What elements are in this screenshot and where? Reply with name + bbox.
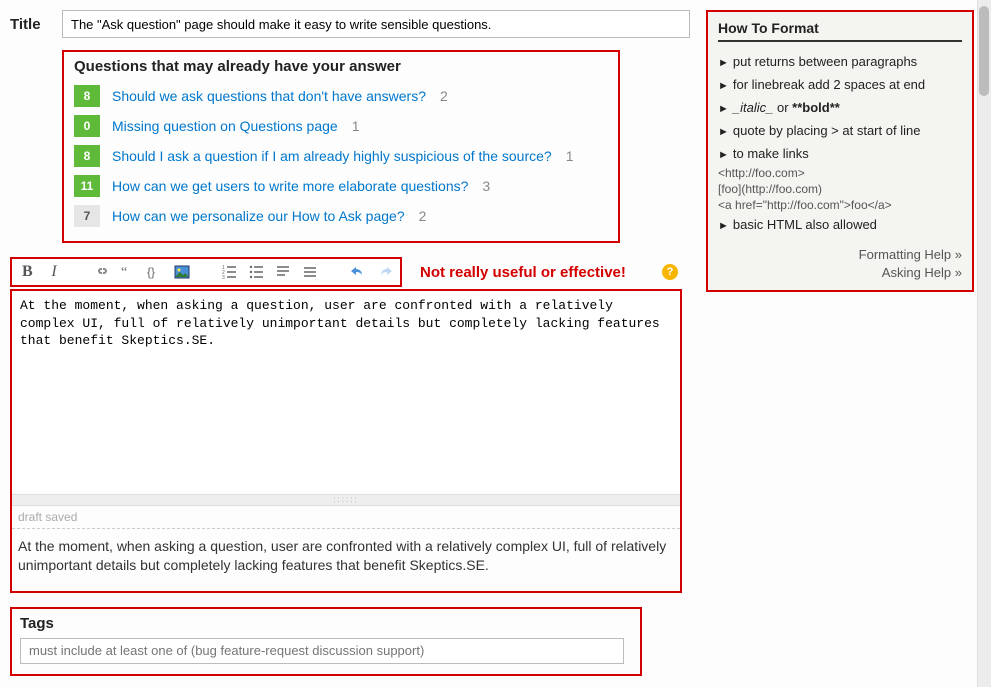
- editor-box: :::::: draft saved At the moment, when a…: [10, 289, 682, 593]
- duplicates-box: Questions that may already have your ans…: [62, 50, 620, 243]
- undo-icon[interactable]: [349, 262, 368, 282]
- redo-icon[interactable]: [375, 262, 394, 282]
- annotation-text: Not really useful or effective!: [420, 264, 626, 281]
- howto-example: [foo](http://foo.com): [718, 181, 962, 197]
- editor-toolbar: B I “ {} 123: [10, 257, 402, 287]
- howto-example: <http://foo.com>: [718, 165, 962, 181]
- svg-text:{}: {}: [147, 265, 155, 279]
- title-row: Title: [10, 10, 690, 38]
- answer-count: 2: [440, 88, 448, 104]
- duplicate-item: 11 How can we get users to write more ela…: [74, 171, 608, 201]
- title-input[interactable]: [62, 10, 690, 38]
- howto-example: <a href="http://foo.com">foo</a>: [718, 197, 962, 213]
- tags-input[interactable]: [20, 638, 624, 664]
- howto-list: ►put returns between paragraphs►for line…: [718, 50, 962, 165]
- duplicate-item: 8 Should we ask questions that don't have…: [74, 81, 608, 111]
- howto-list-2: ►basic HTML also allowed: [718, 213, 962, 236]
- heading-icon[interactable]: [274, 262, 293, 282]
- help-icon[interactable]: ?: [662, 264, 678, 280]
- scrollbar[interactable]: [977, 0, 991, 687]
- vote-count-badge: 8: [74, 145, 100, 167]
- howto-help-link[interactable]: Formatting Help »: [718, 246, 962, 264]
- preview-text: At the moment, when asking a question, u…: [12, 531, 680, 591]
- vote-count-badge: 7: [74, 205, 100, 227]
- title-label: Title: [10, 16, 62, 33]
- code-icon[interactable]: {}: [146, 262, 165, 282]
- bold-button[interactable]: B: [18, 262, 37, 282]
- draft-status: draft saved: [12, 506, 680, 526]
- duplicate-link[interactable]: Missing question on Questions page: [112, 118, 338, 134]
- duplicates-heading: Questions that may already have your ans…: [74, 58, 608, 75]
- italic-button[interactable]: I: [45, 262, 64, 282]
- duplicate-item: 7 How can we personalize our How to Ask p…: [74, 201, 608, 231]
- ulist-icon[interactable]: [247, 262, 266, 282]
- image-icon[interactable]: [173, 262, 192, 282]
- tags-box: Tags: [10, 607, 642, 676]
- vote-count-badge: 8: [74, 85, 100, 107]
- vote-count-badge: 0: [74, 115, 100, 137]
- vote-count-badge: 11: [74, 175, 100, 197]
- duplicate-item: 0 Missing question on Questions page 1: [74, 111, 608, 141]
- svg-text:“: “: [121, 265, 127, 280]
- howto-item: ►for linebreak add 2 spaces at end: [718, 73, 962, 96]
- duplicate-link[interactable]: How can we personalize our How to Ask pa…: [112, 208, 405, 224]
- resize-grip[interactable]: ::::::: [12, 494, 680, 506]
- howto-item: ►_italic_ or **bold**: [718, 96, 962, 119]
- howto-item: ►quote by placing > at start of line: [718, 119, 962, 142]
- duplicate-link[interactable]: How can we get users to write more elabo…: [112, 178, 468, 194]
- duplicate-link[interactable]: Should I ask a question if I am already …: [112, 148, 552, 164]
- howto-format-box: How To Format ►put returns between parag…: [706, 10, 974, 292]
- howto-item: ►put returns between paragraphs: [718, 50, 962, 73]
- divider: [12, 528, 680, 529]
- quote-icon[interactable]: “: [119, 262, 138, 282]
- duplicate-link[interactable]: Should we ask questions that don't have …: [112, 88, 426, 104]
- howto-help-link[interactable]: Asking Help »: [718, 264, 962, 282]
- tags-label: Tags: [20, 615, 632, 632]
- howto-item: ►basic HTML also allowed: [718, 213, 962, 236]
- duplicate-item: 8 Should I ask a question if I am already…: [74, 141, 608, 171]
- howto-help-links: Formatting Help »Asking Help »: [718, 246, 962, 282]
- scroll-thumb[interactable]: [979, 6, 989, 96]
- svg-text:3: 3: [222, 275, 225, 280]
- answer-count: 1: [566, 148, 574, 164]
- link-icon[interactable]: [93, 262, 112, 282]
- answer-count: 2: [419, 208, 427, 224]
- howto-item: ►to make links: [718, 142, 962, 165]
- howto-title: How To Format: [718, 20, 962, 42]
- hr-icon[interactable]: [301, 262, 320, 282]
- olist-icon[interactable]: 123: [221, 262, 240, 282]
- answer-count: 3: [482, 178, 490, 194]
- toolbar-row: B I “ {} 123 Not really useful or effect…: [10, 257, 682, 287]
- answer-count: 1: [352, 118, 360, 134]
- body-textarea[interactable]: [12, 291, 680, 491]
